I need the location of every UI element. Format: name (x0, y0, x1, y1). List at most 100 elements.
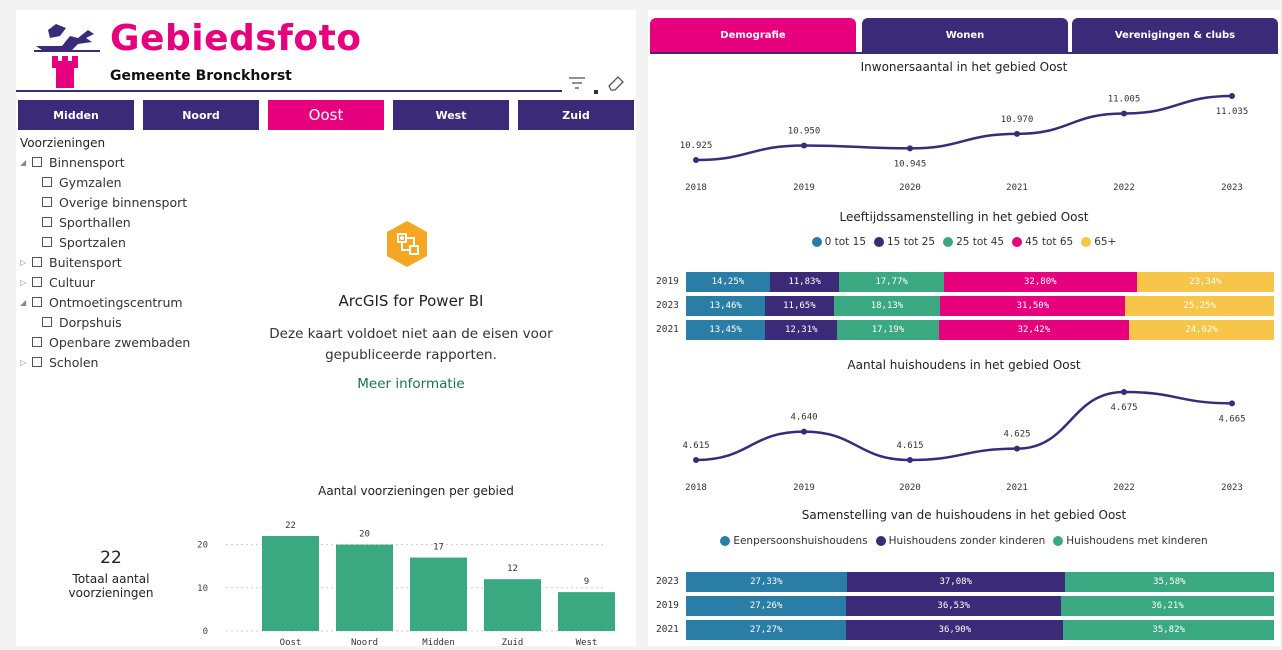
bar-segment[interactable]: 31,50% (940, 296, 1126, 316)
checkbox[interactable] (42, 317, 52, 327)
tree-item[interactable]: ◢ Ontmoetingscentrum (20, 292, 190, 312)
bar-segment[interactable]: 17,77% (839, 272, 944, 292)
area-button-oost[interactable]: Oost (268, 100, 384, 130)
tree-item[interactable]: Sportzalen (20, 232, 190, 252)
tree-item[interactable]: ◢ Binnensport (20, 152, 190, 172)
tree-item[interactable]: Sporthallen (20, 212, 190, 232)
x-tick-label: Noord (351, 638, 378, 645)
bar-segment[interactable]: 25,25% (1125, 296, 1274, 316)
tab-demografie[interactable]: Demografie (650, 18, 856, 52)
bar-segment[interactable]: 32,42% (938, 320, 1130, 340)
caret-icon[interactable]: ◢ (20, 298, 32, 307)
caret-icon[interactable]: ▷ (20, 258, 32, 267)
legend-item: 15 tot 25 (874, 236, 935, 248)
area-button-noord[interactable]: Noord (143, 100, 259, 130)
more-info-link[interactable]: Meer informatie (216, 376, 606, 392)
data-point[interactable] (801, 428, 807, 435)
legend-swatch (943, 237, 954, 247)
facilities-bar-chart: 0 10 20 22 Oost 20 Noord 17 Midden 12 Zuid 9 West (197, 521, 615, 645)
caret-icon[interactable]: ▷ (20, 358, 32, 367)
legend-label: Huishoudens met kinderen (1066, 535, 1208, 547)
data-point[interactable] (693, 157, 699, 163)
bar-west[interactable] (558, 592, 615, 631)
data-point[interactable] (1121, 110, 1127, 117)
tree-item[interactable]: ▷ Cultuur (20, 272, 190, 292)
bar-segment[interactable]: 27,27% (686, 620, 847, 640)
area-button-west[interactable]: West (393, 100, 509, 130)
checkbox[interactable] (42, 197, 52, 207)
data-point[interactable] (1229, 400, 1235, 407)
data-point[interactable] (1121, 389, 1127, 395)
x-tick-label: West (576, 638, 598, 645)
bar-segment[interactable]: 32,80% (943, 272, 1137, 292)
tree-item[interactable]: Dorpshuis (20, 312, 190, 332)
bar-segment[interactable]: 36,90% (846, 620, 1064, 640)
checkbox[interactable] (42, 217, 52, 227)
bar-segment[interactable]: 11,83% (769, 272, 840, 292)
bar-segment[interactable]: 35,58% (1064, 572, 1274, 592)
data-point[interactable] (1014, 445, 1020, 452)
x-tick-label: 2023 (1221, 483, 1243, 493)
bar-segment[interactable]: 36,53% (846, 596, 1062, 616)
stacked-bar-2023: 27,33% 37,08% 35,58% (686, 572, 1274, 592)
bar-segment[interactable]: 14,25% (686, 272, 770, 292)
legend-label: Huishoudens zonder kinderen (888, 535, 1046, 547)
checkbox[interactable] (32, 357, 42, 367)
bar-segment[interactable]: 18,13% (833, 296, 941, 316)
bar-segment[interactable]: 27,26% (686, 596, 847, 616)
legend-item: Eenpersoonshuishoudens (720, 535, 868, 547)
tree-item-label: Buitensport (49, 254, 122, 270)
eraser-icon[interactable] (606, 72, 626, 92)
bar-chart-title: Aantal voorzieningen per gebied (318, 484, 514, 498)
data-point[interactable] (1229, 93, 1235, 99)
area-button-zuid[interactable]: Zuid (518, 100, 634, 130)
data-label: 22 (285, 521, 296, 531)
filter-icon[interactable] (568, 76, 586, 90)
data-point[interactable] (693, 457, 699, 463)
checkbox[interactable] (32, 257, 42, 267)
tree-item[interactable]: Openbare zwembaden (20, 332, 190, 352)
bar-oost[interactable] (262, 535, 319, 631)
bar-noord[interactable] (336, 544, 393, 631)
tab-verenigingen-clubs[interactable]: Verenigingen & clubs (1072, 18, 1278, 52)
legend-label: 0 tot 15 (824, 236, 866, 248)
bar-midden[interactable] (410, 557, 467, 631)
checkbox[interactable] (32, 277, 42, 287)
data-point[interactable] (907, 457, 913, 463)
bar-segment[interactable]: 17,19% (837, 320, 939, 340)
data-label: 10.950 (788, 126, 821, 136)
tree-item[interactable]: Overige binnensport (20, 192, 190, 212)
tree-item[interactable]: ▷ Buitensport (20, 252, 190, 272)
bar-segment[interactable]: 11,65% (765, 296, 834, 316)
bar-segment[interactable]: 13,45% (686, 320, 766, 340)
bar-segment[interactable]: 37,08% (846, 572, 1065, 592)
area-button-midden[interactable]: Midden (18, 100, 134, 130)
checkbox[interactable] (32, 157, 42, 167)
bar-segment[interactable]: 36,21% (1061, 596, 1274, 616)
bar-segment[interactable]: 24,62% (1129, 320, 1274, 340)
data-point[interactable] (1014, 130, 1020, 137)
kpi-label-line1: Totaal aantal (72, 572, 150, 586)
x-tick-label: 2018 (685, 183, 707, 193)
page-title: Gebiedsfoto (110, 18, 362, 59)
bar-zuid[interactable] (484, 579, 541, 631)
bar-segment[interactable]: 23,34% (1136, 272, 1274, 292)
caret-icon[interactable]: ▷ (20, 278, 32, 287)
tree-item-label: Cultuur (49, 274, 96, 290)
checkbox[interactable] (42, 237, 52, 247)
checkbox[interactable] (42, 177, 52, 187)
tree-item[interactable]: Gymzalen (20, 172, 190, 192)
bar-segment[interactable]: 35,82% (1063, 620, 1274, 640)
caret-icon[interactable]: ◢ (20, 158, 32, 167)
bar-segment[interactable]: 27,33% (686, 572, 847, 592)
legend-label: 15 tot 25 (887, 236, 936, 248)
tab-wonen[interactable]: Wonen (862, 18, 1068, 52)
checkbox[interactable] (32, 297, 42, 307)
bar-segment[interactable]: 13,46% (686, 296, 766, 316)
data-label: 20 (359, 530, 370, 540)
tree-item[interactable]: ▷ Scholen (20, 352, 190, 372)
bar-segment[interactable]: 12,31% (765, 320, 838, 340)
data-point[interactable] (801, 142, 807, 149)
data-point[interactable] (907, 145, 913, 152)
checkbox[interactable] (32, 337, 42, 347)
